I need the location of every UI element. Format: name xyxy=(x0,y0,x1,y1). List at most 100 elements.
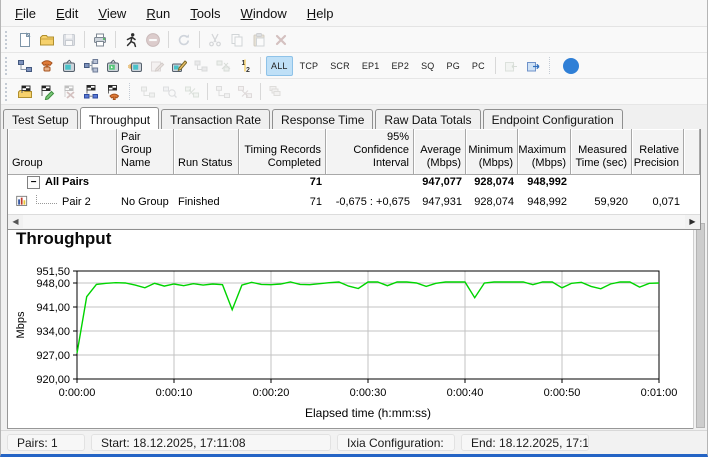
menu-view[interactable]: View xyxy=(88,3,136,24)
filter-pg-button[interactable]: PG xyxy=(442,56,465,76)
edit-test-flag-icon[interactable] xyxy=(36,81,58,103)
status-end-time: End: 18.12.2025, 17:12:08 xyxy=(461,434,589,451)
x-tick-label: 0:00:10 xyxy=(156,387,193,399)
filter-sq-button[interactable]: SQ xyxy=(416,56,439,76)
scroll-right-icon[interactable]: ▶ xyxy=(685,215,700,229)
toolbar-separator xyxy=(129,83,132,100)
toolbar-test xyxy=(1,79,707,105)
cut-icon xyxy=(204,29,226,51)
x-tick-label: 0:00:40 xyxy=(447,387,484,399)
column-header-group[interactable]: Group xyxy=(8,129,117,175)
cell: 947,931 xyxy=(422,195,462,208)
column-header-maximum[interactable]: Maximum (Mbps) xyxy=(518,129,571,175)
tab-transaction-rate[interactable]: Transaction Rate xyxy=(161,109,271,129)
add-streaming-pair-icon[interactable] xyxy=(124,55,146,77)
toolbar-standard xyxy=(1,27,707,53)
delete-test-flag-icon xyxy=(58,81,80,103)
column-header-minimum[interactable]: Minimum (Mbps) xyxy=(466,129,518,175)
status-bar: Pairs: 1 Start: 18.12.2025, 17:11:08 Ixia … xyxy=(1,430,707,454)
cell: No Group xyxy=(121,195,169,208)
column-header-average[interactable]: Average (Mbps) xyxy=(414,129,466,175)
column-header-95-confidence[interactable]: 95% Confidence Interval xyxy=(326,129,414,175)
vertical-scrollbar[interactable] xyxy=(693,222,707,429)
filter-pc-button[interactable]: PC xyxy=(467,56,490,76)
column-header-timing-records[interactable]: Timing Records Completed xyxy=(239,129,326,175)
y-tick-label: 948,00 xyxy=(36,278,70,290)
menu-window[interactable]: Window xyxy=(231,3,297,24)
tab-response-time[interactable]: Response Time xyxy=(272,109,374,129)
add-multicast-pair-icon[interactable] xyxy=(58,55,80,77)
save-icon xyxy=(58,29,80,51)
group-label: All Pairs xyxy=(45,176,90,189)
pair-label: Pair 2 xyxy=(62,195,91,208)
add-pair-icon[interactable] xyxy=(14,55,36,77)
cell: Pair 2 xyxy=(8,190,117,214)
cell: − All Pairs xyxy=(8,175,117,190)
scrollbar-thumb[interactable] xyxy=(696,223,705,428)
toolbar-separator xyxy=(548,57,552,74)
y-tick-label: 941,00 xyxy=(36,302,70,314)
scroll-left-icon[interactable]: ◀ xyxy=(8,215,23,229)
filter-tcp-button[interactable]: TCP xyxy=(295,56,324,76)
open-folder-icon[interactable] xyxy=(36,29,58,51)
horizontal-scrollbar[interactable]: ◀ ▶ xyxy=(8,213,700,229)
x-tick-label: 0:01:00 xyxy=(641,387,678,399)
tab-test-setup[interactable]: Test Setup xyxy=(3,109,78,129)
status-ixia-configuration: Ixia Configuration: xyxy=(337,434,455,451)
add-video-pair-icon[interactable] xyxy=(102,55,124,77)
new-document-icon[interactable] xyxy=(14,29,36,51)
filter-scr-button[interactable]: SCR xyxy=(325,56,355,76)
y-tick-label: 920,00 xyxy=(36,374,70,386)
toolbar-separator xyxy=(199,31,200,48)
info-icon[interactable] xyxy=(562,57,579,74)
menu-file[interactable]: File xyxy=(5,3,46,24)
menu-run[interactable]: Run xyxy=(136,3,180,24)
stop-test-icon xyxy=(142,29,164,51)
x-tick-label: 0:00:30 xyxy=(350,387,387,399)
edit-video-pair-icon[interactable] xyxy=(168,55,190,77)
filter-ep1-button[interactable]: EP1 xyxy=(357,56,385,76)
filter-ep2-button[interactable]: EP2 xyxy=(386,56,414,76)
toolbar-separator xyxy=(494,57,496,74)
cell: 948,992 xyxy=(527,176,567,189)
export-icon[interactable] xyxy=(522,55,544,77)
table-row-pair[interactable]: Pair 2 No Group Finished 71 -0,675 : +0,675 9… xyxy=(8,190,700,214)
filter-all-button[interactable]: ALL xyxy=(266,55,293,76)
delete-icon xyxy=(270,29,292,51)
cell: 71 xyxy=(309,176,322,189)
column-header-pair-group[interactable]: Pair Group Name xyxy=(117,129,174,175)
new-test-flag-icon[interactable] xyxy=(14,81,36,103)
connect-pair-icon xyxy=(137,81,159,103)
add-dialup-pair-icon[interactable] xyxy=(36,55,58,77)
cell: 0,071 xyxy=(652,195,680,208)
print-icon[interactable] xyxy=(89,29,111,51)
column-header-measured[interactable]: Measured Time (sec) xyxy=(571,129,632,175)
scrollbar-track[interactable] xyxy=(23,215,685,229)
cell: Finished xyxy=(178,195,220,208)
add-endpoint-pair-icon[interactable] xyxy=(80,55,102,77)
result-tabs: Test Setup Throughput Transaction Rate Resp… xyxy=(1,105,707,129)
menu-tools[interactable]: Tools xyxy=(180,3,230,24)
renumber-pairs-icon[interactable]: 12 xyxy=(234,55,256,77)
results-table: Group Pair Group Name Run Status Timing Rec… xyxy=(7,128,701,230)
tab-raw-data-totals[interactable]: Raw Data Totals xyxy=(375,109,481,129)
toolbar-separator xyxy=(207,83,208,100)
table-row-all-pairs[interactable]: − All Pairs 71 947,077 928,074 948,992 xyxy=(8,175,700,190)
menu-help[interactable]: Help xyxy=(297,3,344,24)
column-header-run-status[interactable]: Run Status xyxy=(174,129,239,175)
x-tick-label: 0:00:00 xyxy=(59,387,96,399)
menu-edit[interactable]: Edit xyxy=(46,3,88,24)
tree-connector xyxy=(36,195,57,205)
column-header-relative[interactable]: Relative Precision xyxy=(632,129,684,175)
inspect-pair-icon xyxy=(159,81,181,103)
tab-throughput[interactable]: Throughput xyxy=(79,107,160,129)
pair-chart-icon[interactable] xyxy=(12,191,34,213)
throughput-chart-panel: Throughput 951,50 948,00 941,00 934,00 927,0… xyxy=(7,222,694,429)
tab-endpoint-configuration[interactable]: Endpoint Configuration xyxy=(482,109,623,129)
collapse-icon[interactable]: − xyxy=(27,175,40,189)
cell xyxy=(174,175,239,190)
flag-dialup-icon[interactable] xyxy=(102,81,124,103)
run-test-icon[interactable] xyxy=(120,29,142,51)
cell: 947,077 xyxy=(422,176,462,189)
flag-pairs-icon[interactable] xyxy=(80,81,102,103)
